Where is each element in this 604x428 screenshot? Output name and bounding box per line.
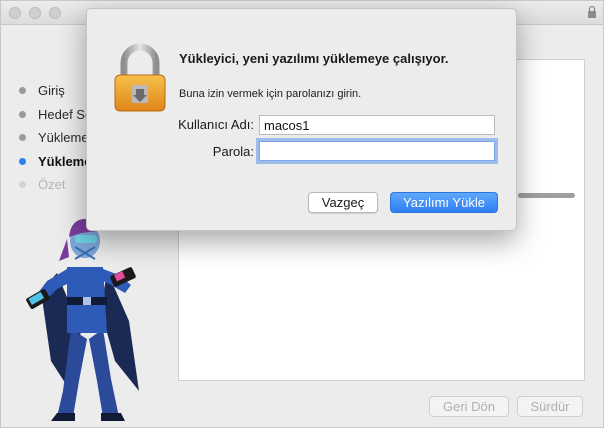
step-label: Özet	[38, 177, 66, 193]
lock-icon	[588, 5, 596, 18]
username-field[interactable]	[259, 115, 495, 135]
step-label: Yükleme	[38, 153, 92, 169]
step-dot	[19, 87, 26, 95]
dialog-title: Yükleyici, yeni yazılımı yüklemeye çalış…	[179, 51, 449, 66]
mascot-illustration	[26, 218, 139, 421]
authentication-dialog: Yükleyici, yeni yazılımı yüklemeye çalış…	[86, 8, 517, 231]
password-field[interactable]	[259, 141, 495, 161]
install-software-button[interactable]: Yazılımı Yükle	[390, 192, 498, 213]
go-back-button[interactable]: Geri Dön	[429, 396, 509, 417]
close-window-button[interactable]	[9, 7, 21, 19]
step-dot	[19, 110, 26, 118]
dialog-subtitle: Buna izin vermek için parolanızı girin.	[179, 88, 362, 100]
step-dot	[19, 157, 26, 165]
step-dot	[19, 181, 26, 189]
step-dot	[19, 134, 26, 142]
step-label: Giriş	[38, 83, 65, 99]
zoom-window-button[interactable]	[49, 7, 61, 19]
cancel-button[interactable]: Vazgeç	[308, 192, 378, 213]
username-label: Kullanıcı Adı:	[178, 117, 254, 132]
minimize-window-button[interactable]	[29, 7, 41, 19]
continue-button[interactable]: Sürdür	[517, 396, 583, 417]
install-progress-bar	[518, 193, 575, 198]
password-label: Parola:	[212, 144, 254, 159]
lock-icon	[114, 43, 166, 112]
